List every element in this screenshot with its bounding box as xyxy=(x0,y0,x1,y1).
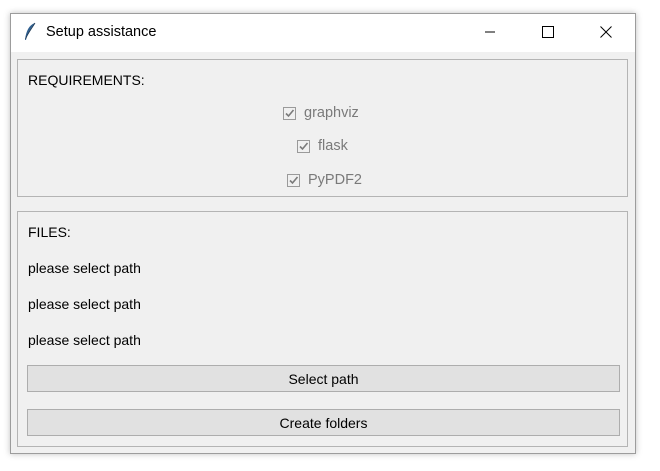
requirement-flask: flask xyxy=(297,138,348,154)
path-label-3: please select path xyxy=(28,332,141,348)
requirements-group: REQUIREMENTS: graphviz flask PyPDF2 xyxy=(17,59,628,197)
requirement-graphviz: graphviz xyxy=(283,105,359,121)
close-button[interactable] xyxy=(577,14,635,52)
requirement-label: flask xyxy=(318,138,348,154)
checkbox-flask xyxy=(297,139,310,153)
create-folders-button[interactable]: Create folders xyxy=(27,409,620,436)
path-label-1: please select path xyxy=(28,260,141,276)
path-label-2: please select path xyxy=(28,296,141,312)
title-bar[interactable]: Setup assistance xyxy=(11,14,635,52)
setup-window: Setup assistance REQUIREMENTS: graphviz … xyxy=(10,13,636,454)
files-group: FILES: please select path please select … xyxy=(17,211,628,447)
requirement-label: graphviz xyxy=(304,105,359,121)
maximize-button[interactable] xyxy=(519,14,577,52)
close-icon xyxy=(600,25,612,41)
window-title: Setup assistance xyxy=(46,24,157,40)
checkbox-graphviz xyxy=(283,106,296,120)
minimize-button[interactable] xyxy=(461,14,519,52)
requirement-label: PyPDF2 xyxy=(308,172,362,188)
minimize-icon xyxy=(484,25,496,41)
feather-icon xyxy=(23,22,37,42)
files-label: FILES: xyxy=(28,224,71,240)
checkbox-pypdf2 xyxy=(287,173,300,187)
select-path-button[interactable]: Select path xyxy=(27,365,620,392)
requirements-label: REQUIREMENTS: xyxy=(28,72,145,88)
requirement-pypdf2: PyPDF2 xyxy=(287,172,362,188)
maximize-icon xyxy=(542,25,554,41)
